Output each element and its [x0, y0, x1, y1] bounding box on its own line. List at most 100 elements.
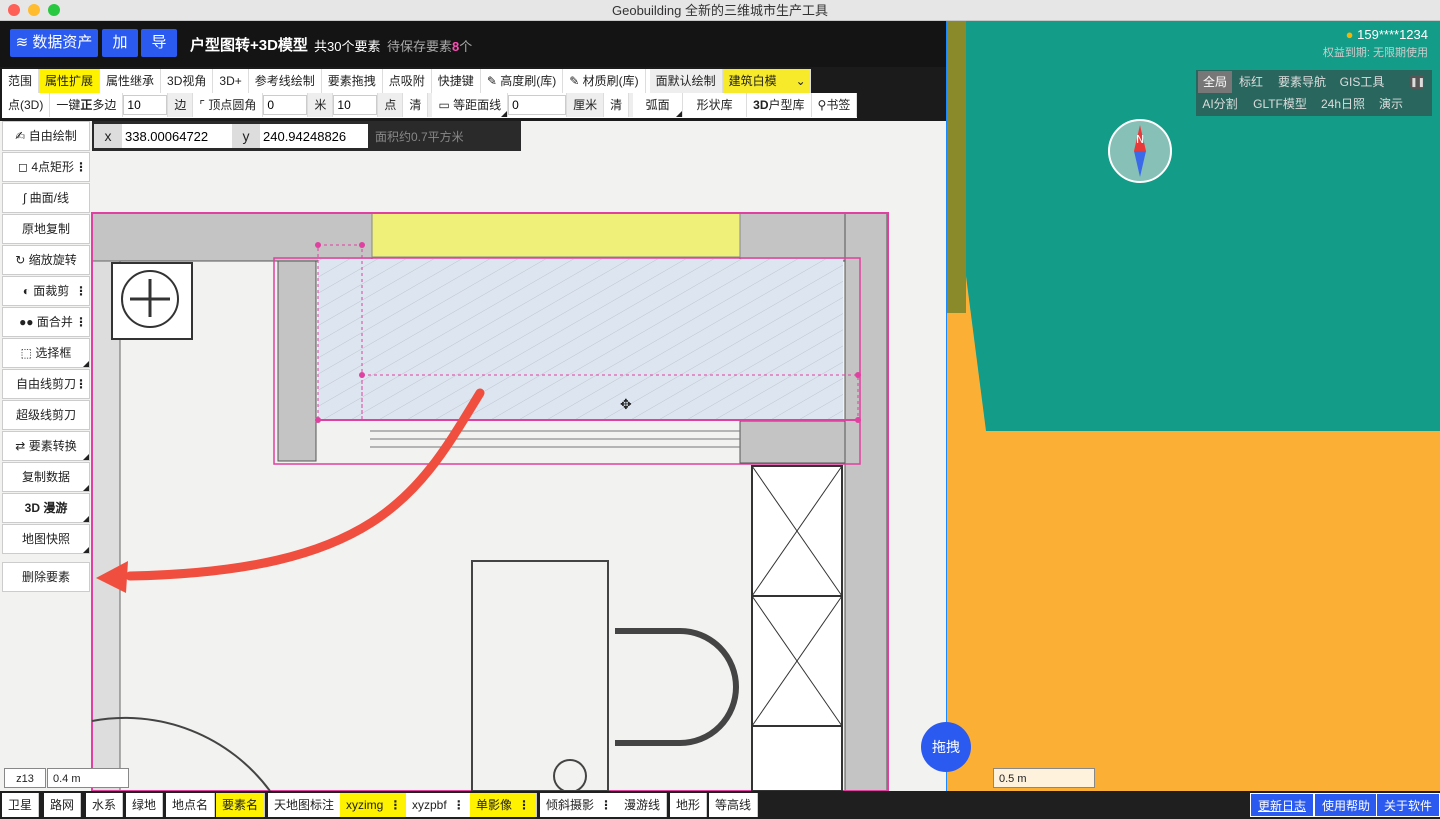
- tab-ai-segment[interactable]: AI分割: [1198, 93, 1242, 115]
- tool-face-clip[interactable]: ◐ 面裁剪 ⋮: [2, 276, 90, 306]
- polygon-bold: 正: [80, 98, 93, 112]
- more-icon[interactable]: ⋮: [518, 798, 530, 812]
- pause-icon[interactable]: ❚❚: [1410, 75, 1425, 89]
- layer-water[interactable]: 水系: [86, 793, 124, 817]
- tool-super-line-cut[interactable]: 超级线剪刀: [2, 400, 90, 430]
- more-icon[interactable]: ⋮: [75, 277, 87, 305]
- more-icon[interactable]: ⋮: [75, 153, 87, 181]
- scale-bar-right: 0.5 m: [993, 768, 1095, 788]
- data-assets-button[interactable]: ≋ 数据资产: [10, 29, 98, 57]
- tool-arc-face[interactable]: 弧面: [629, 93, 684, 117]
- clear-button-2[interactable]: 清: [604, 93, 630, 117]
- layer-xyzpbf[interactable]: xyzpbf ⋮: [406, 793, 472, 817]
- user-account[interactable]: ● 159****1234: [1346, 27, 1428, 42]
- y-input[interactable]: [260, 124, 368, 148]
- bookmark-label: 书签: [826, 98, 851, 112]
- layer-xyzimg[interactable]: xyzimg ⋮: [340, 793, 409, 817]
- tool-scale-rotate[interactable]: ↻ 缩放旋转: [2, 245, 90, 275]
- layer-contours[interactable]: 等高线: [709, 793, 759, 817]
- tool-regular-polygon[interactable]: 一键正多边: [50, 93, 124, 117]
- round-input[interactable]: [263, 95, 308, 115]
- tab-mark-red[interactable]: 标红: [1234, 71, 1268, 93]
- tool-bookmark[interactable]: ⚲书签: [811, 93, 858, 117]
- more-icon[interactable]: ⋮: [600, 798, 612, 812]
- tool-guide-line[interactable]: 参考线绘制: [248, 69, 322, 93]
- tool-free-line-cut[interactable]: 自由线剪刀 ⋮: [2, 369, 90, 399]
- tab-demo[interactable]: 演示: [1374, 93, 1408, 115]
- tool-feature-drag[interactable]: 要素拖拽: [321, 69, 383, 93]
- tool-range[interactable]: 范围: [2, 69, 40, 93]
- tool-attr-extend[interactable]: 属性扩展: [39, 69, 101, 93]
- tab-gltf-model[interactable]: GLTF模型: [1250, 93, 1310, 115]
- tool-free-draw[interactable]: ✍ 自由绘制: [2, 121, 90, 151]
- free-line-cut-label: 自由线剪刀: [15, 377, 76, 391]
- layer-tianditu-labels[interactable]: 天地图标注: [268, 793, 342, 817]
- layer-terrain[interactable]: 地形: [670, 793, 708, 817]
- tool-point-3d[interactable]: 点(3D): [2, 93, 51, 117]
- clear-button-1[interactable]: 清: [403, 93, 429, 117]
- tool-3d-roam[interactable]: 3D 漫游: [2, 493, 90, 523]
- tool-house-library[interactable]: 3D户型库: [747, 93, 812, 117]
- tool-offset-line[interactable]: ▭ 等距面线: [428, 93, 509, 117]
- changelog-button[interactable]: 更新日志: [1250, 793, 1315, 817]
- more-icon[interactable]: ⋮: [75, 370, 87, 398]
- tool-delete-feature[interactable]: 删除要素: [2, 562, 90, 592]
- layer-roads[interactable]: 路网: [44, 793, 82, 817]
- close-window-button[interactable]: [8, 4, 20, 16]
- map-3d-view[interactable]: [946, 21, 1440, 791]
- maximize-window-button[interactable]: [48, 4, 60, 16]
- tool-feature-convert[interactable]: ⇄ 要素转换: [2, 431, 90, 461]
- layer-place-names[interactable]: 地点名: [166, 793, 216, 817]
- layer-satellite[interactable]: 卫星: [2, 793, 40, 817]
- tool-face-merge[interactable]: ●● 面合并 ⋮: [2, 307, 90, 337]
- tool-curve[interactable]: ∫ 曲面/线: [2, 183, 90, 213]
- more-icon[interactable]: ⋮: [75, 308, 87, 336]
- svg-text:✥: ✥: [620, 397, 632, 413]
- about-button[interactable]: 关于软件: [1376, 793, 1440, 817]
- building-mode-select[interactable]: 建筑白模 ⌄: [722, 69, 811, 93]
- offset-input[interactable]: [508, 95, 567, 115]
- layer-roam-line[interactable]: 漫游线: [618, 793, 668, 817]
- tool-vertex-round[interactable]: ⌜ 顶点圆角: [193, 93, 264, 117]
- tool-default-draw[interactable]: 面默认绘制: [645, 69, 723, 93]
- tool-map-snapshot[interactable]: 地图快照: [2, 524, 90, 554]
- more-icon[interactable]: ⋮: [453, 798, 465, 812]
- feature-convert-label: 要素转换: [28, 439, 77, 453]
- face-clip-label: 面裁剪: [33, 284, 70, 298]
- chevron-down-icon: ⌄: [795, 74, 806, 88]
- layer-single-image[interactable]: 单影像 ⋮: [470, 793, 538, 817]
- points-input[interactable]: [333, 95, 378, 115]
- tool-copy-data[interactable]: 复制数据: [2, 462, 90, 492]
- tool-point-snap[interactable]: 点吸附: [382, 69, 432, 93]
- tool-attr-inherit[interactable]: 属性继承: [100, 69, 162, 93]
- tool-3d-view[interactable]: 3D视角: [161, 69, 214, 93]
- more-icon[interactable]: ⋮: [389, 798, 401, 812]
- tab-gis-tools[interactable]: GIS工具: [1334, 71, 1390, 93]
- round-label: 顶点圆角: [208, 98, 257, 112]
- sides-input[interactable]: [123, 95, 168, 115]
- drag-button[interactable]: 拖拽: [921, 722, 971, 772]
- tool-shape-library[interactable]: 形状库: [683, 93, 748, 117]
- tool-4pt-rect[interactable]: ◻ 4点矩形 ⋮: [2, 152, 90, 182]
- export-button[interactable]: 导: [141, 29, 177, 57]
- layer-feature-names[interactable]: 要素名: [216, 793, 266, 817]
- tool-shortcuts[interactable]: 快捷键: [431, 69, 481, 93]
- layer-green[interactable]: 绿地: [126, 793, 164, 817]
- tab-feature-nav[interactable]: 要素导航: [1272, 71, 1332, 93]
- map-2d-canvas[interactable]: ✥: [0, 121, 946, 791]
- x-label: x: [94, 124, 122, 148]
- help-button[interactable]: 使用帮助: [1314, 793, 1379, 817]
- layer-oblique-photo[interactable]: 倾斜摄影 ⋮: [540, 793, 620, 817]
- tool-copy-in-place[interactable]: 原地复制: [2, 214, 90, 244]
- add-button[interactable]: 加: [102, 29, 138, 57]
- minimize-window-button[interactable]: [28, 4, 40, 16]
- tab-global[interactable]: 全局: [1198, 71, 1232, 93]
- tool-3d-plus[interactable]: 3D+: [213, 69, 249, 93]
- tool-select-box[interactable]: ⬚ 选择框: [2, 338, 90, 368]
- tab-24h-sunlight[interactable]: 24h日照: [1316, 93, 1370, 115]
- tool-material-brush[interactable]: ✎ 材质刷(库): [563, 69, 646, 93]
- tool-height-brush[interactable]: ✎ 高度刷(库): [480, 69, 564, 93]
- oblique-photo-label: 倾斜摄影: [546, 798, 595, 812]
- x-input[interactable]: [122, 124, 232, 148]
- compass-icon[interactable]: N: [1108, 119, 1172, 183]
